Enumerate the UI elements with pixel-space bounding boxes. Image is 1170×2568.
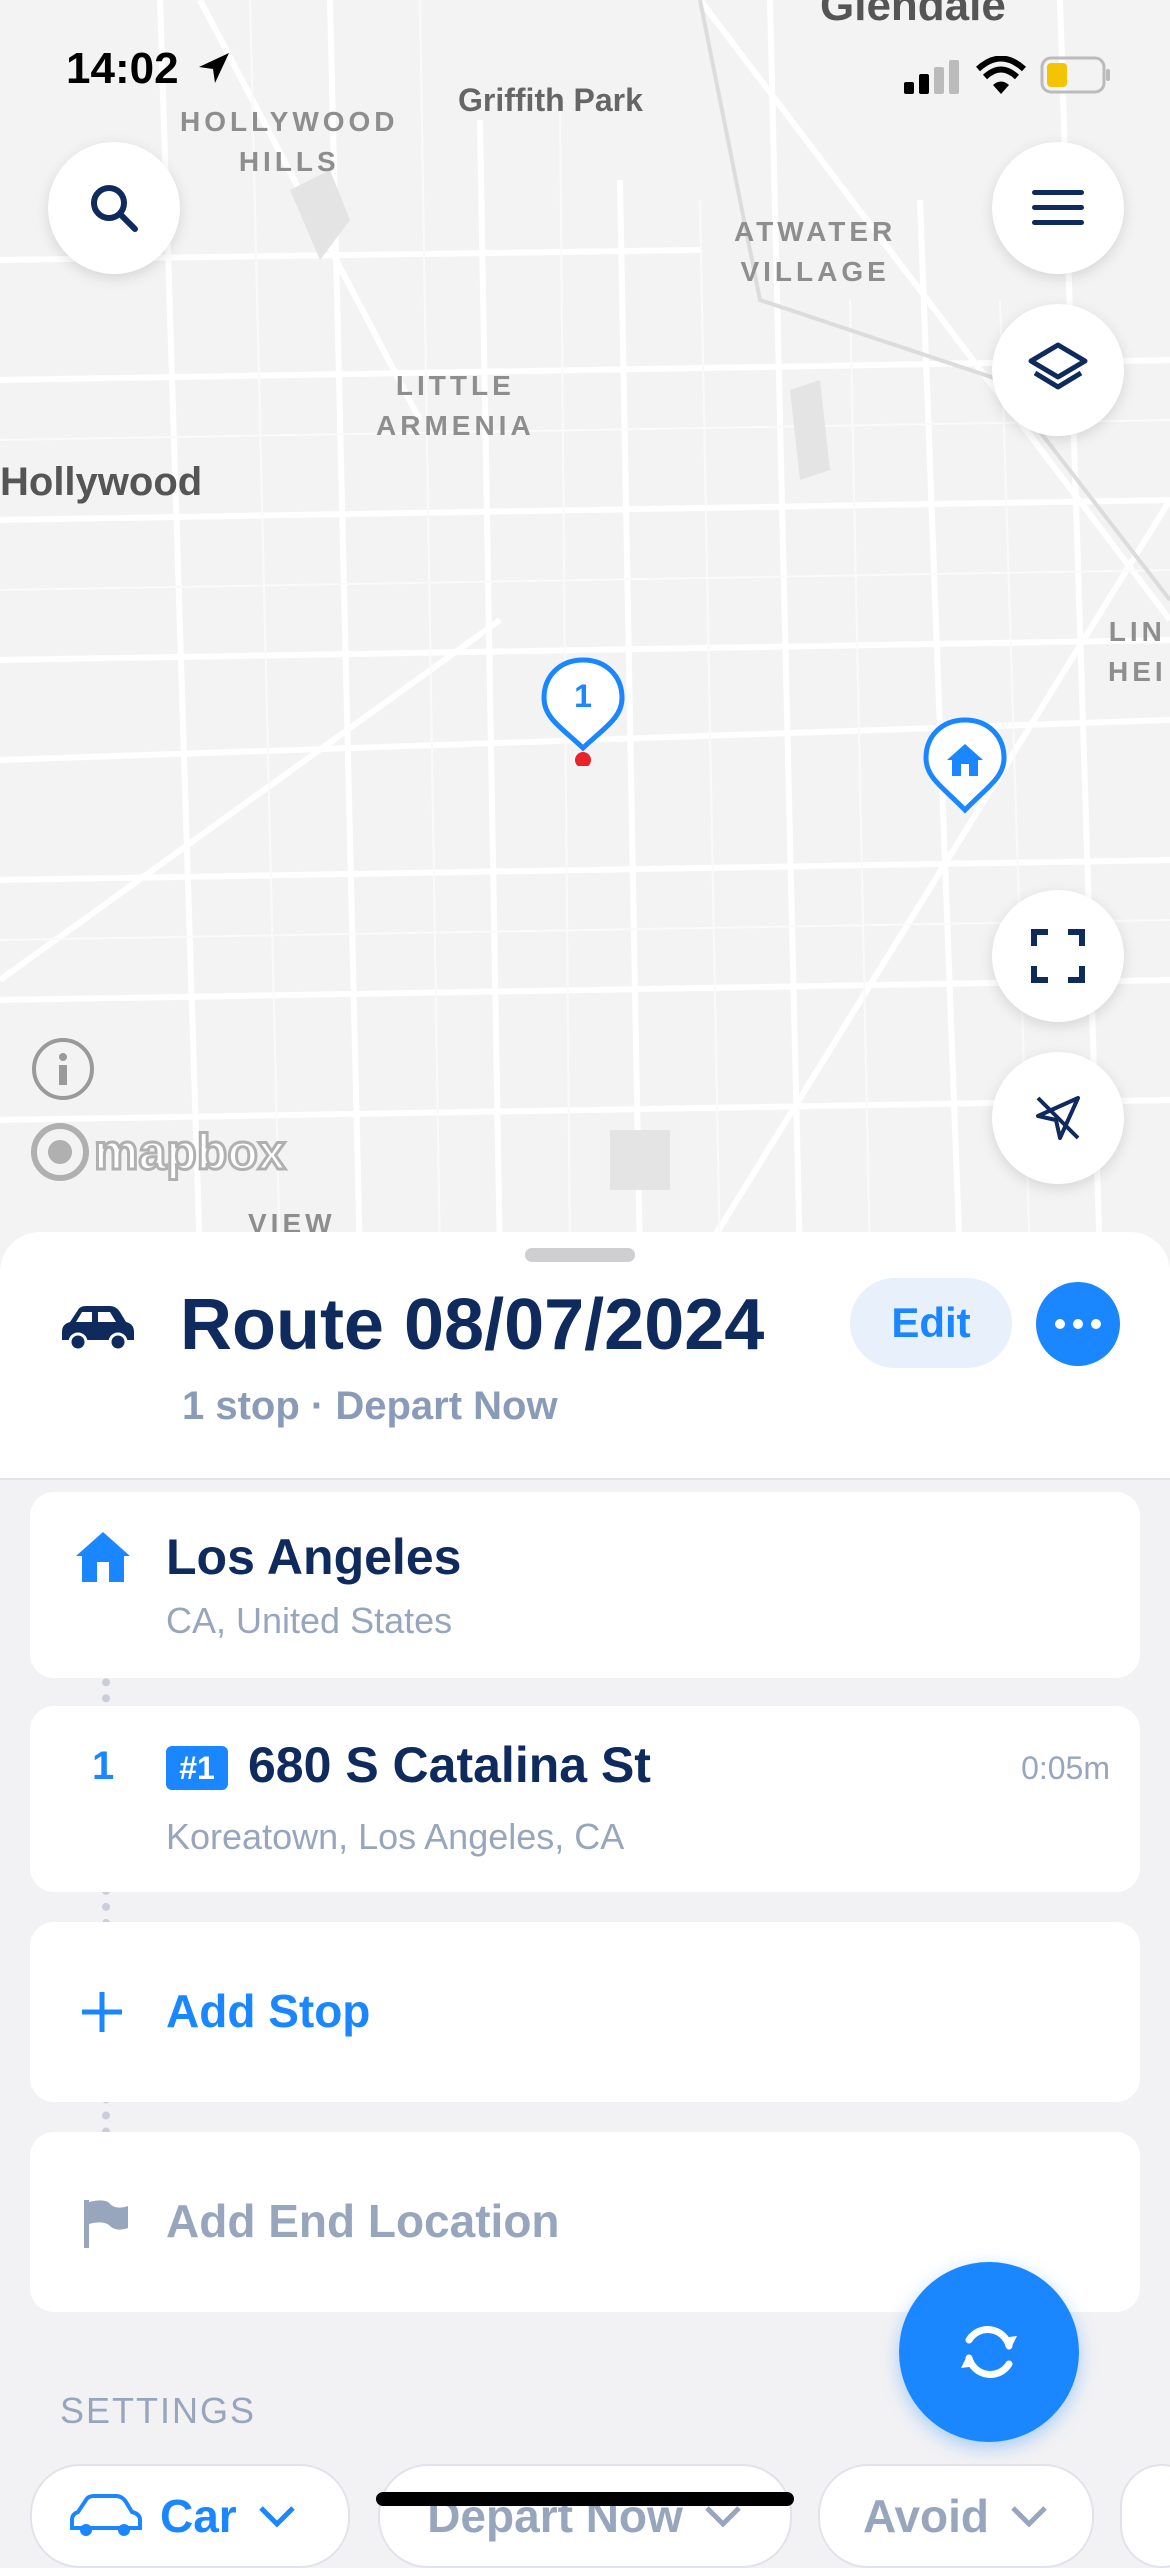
settings-section-label: SETTINGS <box>60 2390 257 2431</box>
fit-route-button[interactable] <box>992 890 1124 1022</box>
car-icon <box>70 2494 142 2536</box>
map-info-icon[interactable] <box>32 1038 94 1100</box>
vehicle-selector[interactable]: Car <box>30 2464 350 2568</box>
add-stop-button[interactable]: Add Stop <box>30 1922 1140 2102</box>
car-icon <box>62 1306 134 1352</box>
location-off-icon <box>1036 1096 1080 1140</box>
home-indicator <box>376 2492 794 2506</box>
home-marker[interactable] <box>922 716 1008 816</box>
wifi-icon <box>976 56 1026 94</box>
refresh-icon <box>961 2326 1017 2378</box>
avoid-selector[interactable]: Avoid <box>818 2464 1094 2568</box>
cellular-signal-icon <box>904 60 959 94</box>
sheet-grabber[interactable] <box>525 1248 635 1262</box>
map-label-little-armenia: LITTLE ARMENIA <box>376 370 535 441</box>
vehicle-label: Car <box>160 2490 237 2542</box>
mapbox-logo-icon <box>31 1123 89 1181</box>
search-icon <box>91 185 138 232</box>
optimize-route-button[interactable] <box>899 2262 1079 2442</box>
location-arrow-icon <box>198 53 229 83</box>
more-options-button[interactable] <box>1036 1282 1120 1366</box>
status-time-text: 14:02 <box>66 44 179 93</box>
start-location-title: Los Angeles <box>166 1529 462 1585</box>
edit-route-button[interactable]: Edit <box>850 1278 1012 1368</box>
fullscreen-icon <box>1031 929 1085 983</box>
route-subtitle: 1 stop · Depart Now <box>182 1384 558 1428</box>
flag-icon <box>84 2200 128 2248</box>
status-time: 14:02 <box>66 44 233 94</box>
menu-button[interactable] <box>992 142 1124 274</box>
avoid-label: Avoid <box>862 2490 990 2542</box>
stop-title: 680 S Catalina St <box>248 1737 651 1793</box>
recenter-location-button[interactable] <box>992 1052 1124 1184</box>
mapbox-attribution[interactable]: mapbox <box>30 1122 288 1182</box>
mapbox-wordmark: mapbox <box>93 1123 288 1182</box>
chevron-down-icon <box>705 2506 741 2528</box>
add-end-location-label: Add End Location <box>166 2195 560 2247</box>
stop-eta: 0:05m <box>1021 1750 1110 1786</box>
chevron-down-icon <box>258 2506 295 2528</box>
home-pin-icon <box>923 717 1007 814</box>
chevron-down-icon <box>1011 2506 1047 2528</box>
map-label-atwater-village: ATWATER VILLAGE <box>734 216 897 287</box>
stop-1-marker[interactable]: 1 <box>540 656 626 768</box>
stop-card[interactable]: 1 #1 680 S Catalina St 0:05m Koreatown, … <box>30 1706 1140 1892</box>
home-icon <box>76 1532 130 1582</box>
start-location-subtitle: CA, United States <box>166 1600 453 1641</box>
layers-icon <box>1028 342 1088 390</box>
search-button[interactable] <box>48 142 180 274</box>
map-label-hollywood: Hollywood <box>0 460 203 504</box>
stop-subtitle: Koreatown, Los Angeles, CA <box>166 1816 625 1857</box>
plus-icon <box>82 1992 122 2032</box>
ellipsis-icon <box>1055 1319 1101 1329</box>
route-title: Route 08/07/2024 <box>180 1285 765 1365</box>
hamburger-menu-icon <box>1032 190 1084 225</box>
status-bar: 14:02 <box>0 0 1170 150</box>
map-label-lincoln-heights: LIN HEI <box>1108 616 1167 687</box>
depart-time-selector[interactable]: Depart Now <box>378 2464 792 2568</box>
stop-1-marker-label: 1 <box>574 678 592 714</box>
map-layers-button[interactable] <box>992 304 1124 436</box>
stop-number: 1 <box>92 1744 115 1788</box>
add-stop-label: Add Stop <box>166 1985 371 2037</box>
start-location-card[interactable]: Los Angeles CA, United States <box>30 1492 1140 1678</box>
route-header: Route 08/07/2024 1 stop · Depart Now Edi… <box>0 1232 1170 1480</box>
stop-badge: #1 <box>166 1746 228 1790</box>
battery-icon <box>1040 56 1110 94</box>
